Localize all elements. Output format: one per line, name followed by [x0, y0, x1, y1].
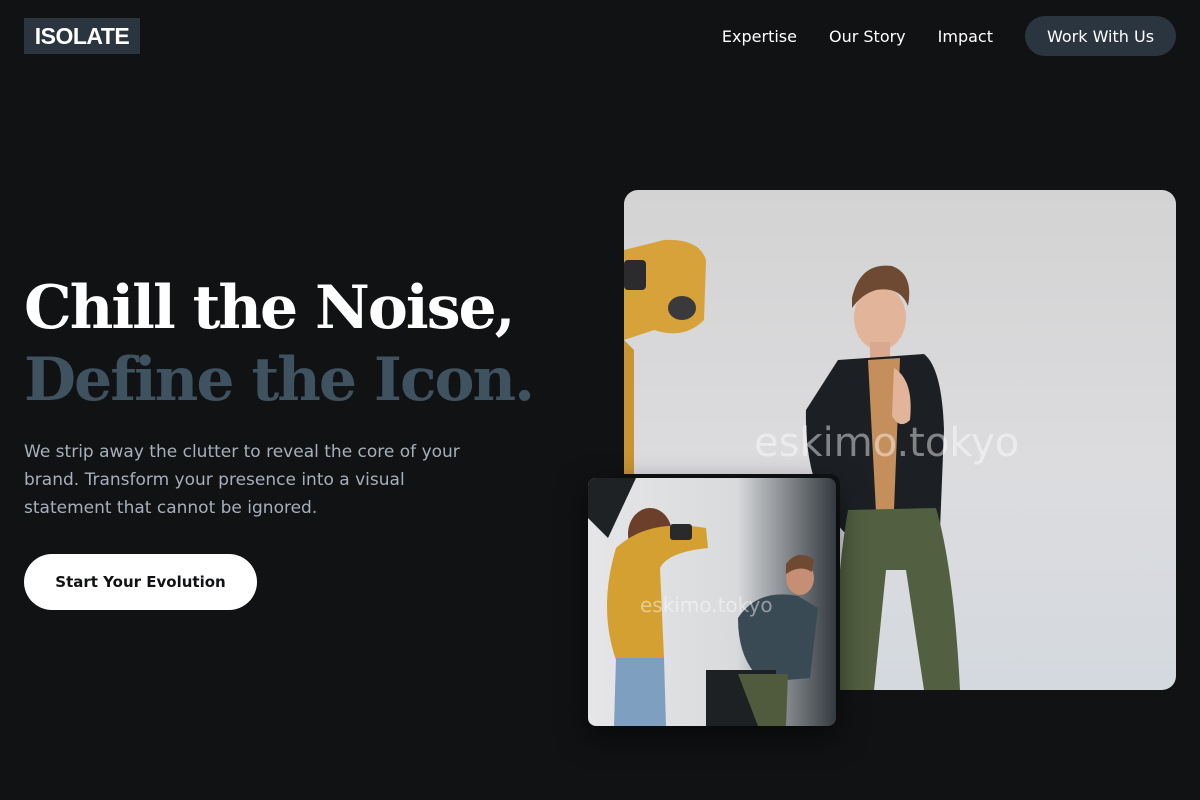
logo[interactable]: ISOLATE: [24, 18, 140, 54]
start-evolution-button[interactable]: Start Your Evolution: [24, 554, 257, 610]
headline-line-2: Define the Icon.: [24, 345, 535, 415]
hero-photo-small: eskimo.tokyo: [588, 478, 836, 726]
photo-main-watermark: eskimo.tokyo: [754, 420, 1020, 466]
nav-link-impact[interactable]: Impact: [938, 27, 993, 46]
photo-small-watermark: eskimo.tokyo: [640, 593, 773, 617]
headline-line-1: Chill the Noise,: [24, 273, 516, 343]
hero-headline: Chill the Noise, Define the Icon.: [24, 272, 535, 416]
work-with-us-button[interactable]: Work With Us: [1025, 16, 1176, 56]
hero-subtext: We strip away the clutter to reveal the …: [24, 442, 460, 518]
nav-link-expertise[interactable]: Expertise: [722, 27, 797, 46]
main-nav: Expertise Our Story Impact Work With Us: [722, 16, 1176, 56]
nav-link-our-story[interactable]: Our Story: [829, 27, 906, 46]
